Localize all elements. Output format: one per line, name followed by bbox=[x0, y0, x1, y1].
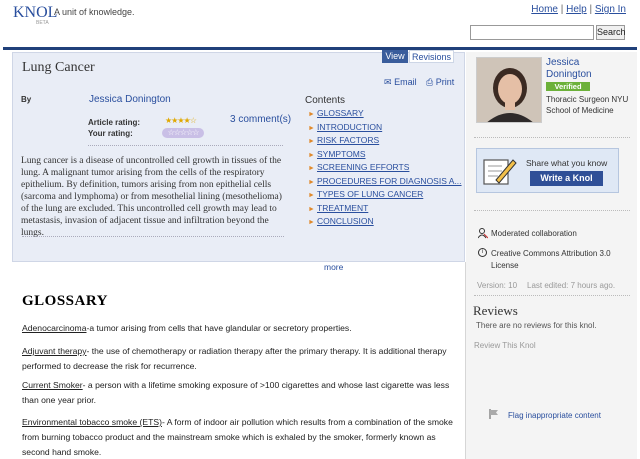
divider bbox=[474, 210, 630, 211]
divider bbox=[474, 137, 630, 138]
toc-link[interactable]: TYPES OF LUNG CANCER bbox=[317, 189, 423, 199]
glossary-definition: - a person with a lifetime smoking expos… bbox=[22, 380, 450, 405]
sign-in-link[interactable]: Sign In bbox=[595, 4, 626, 15]
toc-item: ► GLOSSARY bbox=[308, 108, 462, 122]
last-edited-label: Last edited: 7 hours ago. bbox=[527, 281, 616, 290]
tagline: A unit of knowledge. bbox=[54, 7, 135, 17]
header-divider bbox=[3, 47, 637, 50]
author-link[interactable]: Jessica Donington bbox=[89, 94, 171, 105]
toc-item: ► INTRODUCTION bbox=[308, 122, 462, 136]
article-summary: Lung cancer is a disease of uncontrolled… bbox=[21, 156, 282, 238]
your-rating-label: Your rating: bbox=[88, 129, 133, 138]
toc-item: ► CONCLUSION bbox=[308, 216, 462, 230]
glossary-definition: - the use of chemotherapy or radiation t… bbox=[22, 346, 447, 371]
print-icon: ⎙ bbox=[426, 77, 434, 87]
toc-item: ► TYPES OF LUNG CANCER bbox=[308, 189, 462, 203]
beta-label: BETA bbox=[36, 20, 49, 26]
glossary-entry: Adjuvant therapy- the use of chemotherap… bbox=[22, 344, 460, 374]
toc-item: ► RISK FACTORS bbox=[308, 135, 462, 149]
print-link[interactable]: ⎙ Print bbox=[426, 77, 454, 88]
toc-item: ► SCREENING EFFORTS bbox=[308, 162, 462, 176]
top-links: Home | Help | Sign In bbox=[531, 4, 626, 15]
arrow-icon: ► bbox=[308, 219, 315, 226]
glossary-term[interactable]: Environmental tobacco smoke (ETS) bbox=[22, 417, 162, 427]
email-link[interactable]: ✉ Email bbox=[384, 77, 417, 88]
article-rating-label: Article rating: bbox=[88, 118, 141, 127]
arrow-icon: ► bbox=[308, 124, 315, 132]
arrow-icon: ► bbox=[308, 151, 315, 159]
tab-revisions[interactable]: Revisions bbox=[409, 50, 454, 63]
toc-link[interactable]: GLOSSARY bbox=[317, 108, 364, 118]
contents-label: Contents bbox=[305, 95, 346, 106]
glossary-definition: -a tumor arising from cells that have gl… bbox=[86, 323, 352, 333]
divider bbox=[22, 236, 284, 237]
arrow-icon: ► bbox=[308, 138, 315, 145]
search-input[interactable] bbox=[470, 25, 594, 40]
verified-badge: Verified bbox=[546, 82, 590, 91]
profile-role: Thoracic Surgeon NYU School of Medicine bbox=[546, 95, 629, 115]
divider bbox=[474, 295, 630, 296]
arrow-icon: ► bbox=[308, 111, 315, 118]
review-this-knol-link[interactable]: Review This Knol bbox=[474, 341, 536, 350]
write-knol-button[interactable]: Write a Knol bbox=[530, 171, 603, 186]
home-link[interactable]: Home bbox=[531, 4, 558, 15]
arrow-icon: ► bbox=[308, 165, 315, 172]
profile-name-link[interactable]: Jessica Donington bbox=[546, 57, 626, 81]
toc-link[interactable]: SCREENING EFFORTS bbox=[317, 162, 409, 172]
license-label[interactable]: Creative Commons Attribution 3.0 License bbox=[491, 248, 611, 272]
section-heading: GLOSSARY bbox=[22, 293, 108, 309]
arrow-icon: ► bbox=[308, 205, 315, 213]
glossary-entry: Adenocarcinoma-a tumor arising from cell… bbox=[22, 321, 460, 336]
toc-link[interactable]: PROCEDURES FOR DIAGNOSIS A... bbox=[317, 176, 462, 186]
glossary-term[interactable]: Adenocarcinoma bbox=[22, 323, 87, 333]
reviews-empty-text: There are no reviews for this knol. bbox=[476, 321, 597, 330]
search-button[interactable]: Search bbox=[596, 25, 626, 40]
glossary-entry: Environmental tobacco smoke (ETS)- A for… bbox=[22, 415, 460, 459]
author-photo[interactable] bbox=[476, 57, 542, 123]
glossary-term[interactable]: Adjuvant therapy bbox=[22, 346, 87, 356]
collaboration-label: Moderated collaboration bbox=[491, 229, 577, 238]
toc-link[interactable]: TREATMENT bbox=[317, 203, 368, 213]
toc-link[interactable]: RISK FACTORS bbox=[317, 135, 379, 145]
toc-link[interactable]: CONCLUSION bbox=[317, 216, 374, 226]
arrow-icon: ► bbox=[308, 192, 315, 199]
collaboration-icon bbox=[477, 228, 489, 239]
divider bbox=[88, 145, 283, 146]
your-rating-stars[interactable]: ☆☆☆☆☆ bbox=[162, 128, 204, 138]
email-icon: ✉ bbox=[384, 77, 392, 87]
knol-logo[interactable]: KNOL BETA bbox=[13, 4, 57, 26]
tab-view[interactable]: View bbox=[382, 50, 408, 63]
article-rating-stars: ★★★★☆ bbox=[165, 116, 197, 125]
glossary-term[interactable]: Current Smoker bbox=[22, 380, 83, 390]
by-label: By bbox=[21, 95, 32, 104]
column-divider bbox=[465, 262, 466, 459]
table-of-contents: ► GLOSSARY ► INTRODUCTION ► RISK FACTORS ► S… bbox=[308, 108, 462, 230]
share-text: Share what you know bbox=[526, 158, 608, 168]
version-label: Version: 10 bbox=[477, 281, 518, 290]
toc-item: ► SYMPTOMS bbox=[308, 149, 462, 163]
more-link[interactable]: more bbox=[324, 262, 343, 272]
pencil-paper-icon bbox=[481, 154, 517, 191]
reviews-heading: Reviews bbox=[473, 303, 518, 318]
glossary-entry: Current Smoker- a person with a lifetime… bbox=[22, 378, 460, 408]
page-title: Lung Cancer bbox=[22, 60, 95, 75]
top-bar: KNOL BETA A unit of knowledge. Home | Hel… bbox=[0, 0, 640, 46]
flag-content-link[interactable]: Flag inappropriate content bbox=[508, 411, 601, 420]
toc-link[interactable]: SYMPTOMS bbox=[317, 149, 366, 159]
arrow-icon: ► bbox=[308, 178, 315, 186]
toc-item: ► PROCEDURES FOR DIAGNOSIS A... bbox=[308, 176, 462, 190]
toc-item: ► TREATMENT bbox=[308, 203, 462, 217]
comments-link[interactable]: 3 comment(s) bbox=[230, 114, 291, 125]
toc-link[interactable]: INTRODUCTION bbox=[317, 122, 382, 132]
flag-icon bbox=[489, 409, 499, 419]
help-link[interactable]: Help bbox=[566, 4, 587, 15]
creative-commons-icon: i bbox=[478, 248, 487, 257]
